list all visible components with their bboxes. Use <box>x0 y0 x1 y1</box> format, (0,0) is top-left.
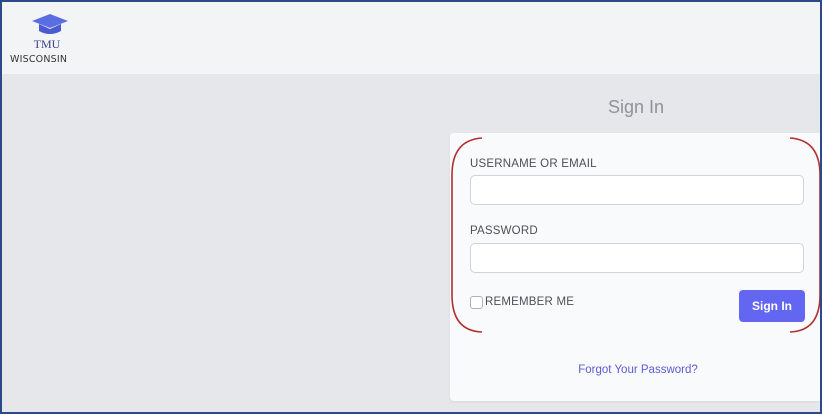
password-input[interactable] <box>470 243 804 273</box>
password-label: PASSWORD <box>470 225 538 237</box>
logo-text-tmu: TMU <box>33 37 61 51</box>
sign-in-button[interactable]: Sign In <box>739 290 805 322</box>
username-input[interactable] <box>470 175 804 205</box>
page-frame: TMU WISCONSIN Sign In USERNAME OR EMAIL … <box>0 0 822 414</box>
top-bar: TMU WISCONSIN <box>2 2 820 74</box>
logo-text-wisconsin: WISCONSIN <box>10 54 68 65</box>
site-logo[interactable]: TMU WISCONSIN <box>10 10 90 68</box>
graduation-cap-icon <box>32 14 68 34</box>
signin-card: USERNAME OR EMAIL PASSWORD REMEMBER ME S… <box>450 133 820 401</box>
username-label: USERNAME OR EMAIL <box>470 158 597 170</box>
forgot-password-link[interactable]: Forgot Your Password? <box>450 364 820 376</box>
page-title: Sign In <box>607 97 665 117</box>
remember-me-label: REMEMBER ME <box>485 296 575 308</box>
checkbox-box[interactable] <box>470 295 483 309</box>
remember-me-checkbox[interactable]: REMEMBER ME <box>470 294 574 310</box>
